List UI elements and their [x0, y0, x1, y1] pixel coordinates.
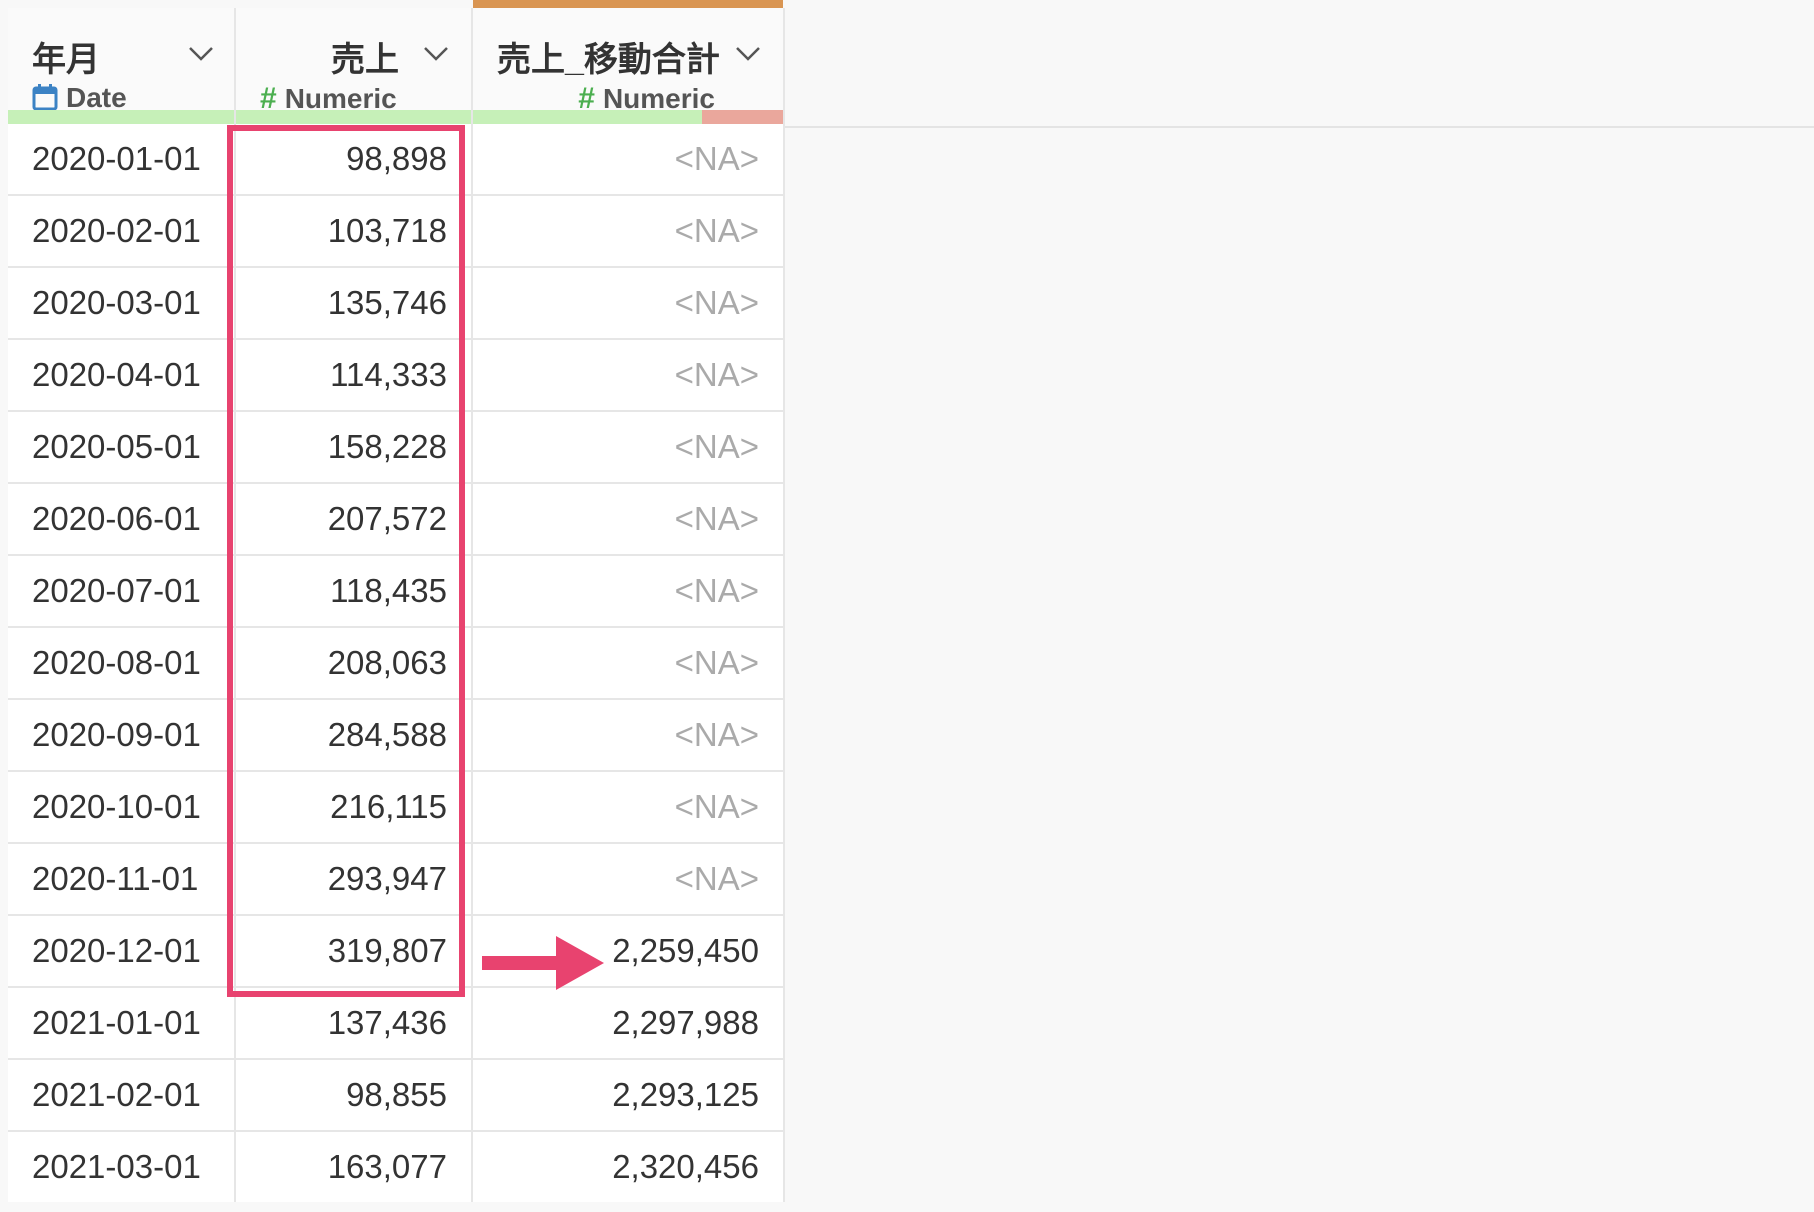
- cell-moving-total[interactable]: <NA>: [472, 482, 785, 555]
- table-row: 2020-10-01 216,115 <NA>: [8, 770, 785, 843]
- column-accent: [236, 0, 471, 8]
- column-accent: [8, 0, 234, 8]
- cell-date[interactable]: 2020-09-01: [8, 698, 236, 771]
- header-divider: [784, 126, 1814, 128]
- quality-bar: [236, 110, 471, 124]
- cell-sales[interactable]: 207,572: [235, 482, 473, 555]
- cell-date[interactable]: 2020-05-01: [8, 410, 236, 483]
- table-row: 2020-05-01 158,228 <NA>: [8, 410, 785, 483]
- cell-moving-total[interactable]: <NA>: [472, 410, 785, 483]
- table-row: 2021-01-01 137,436 2,297,988: [8, 986, 785, 1059]
- cell-date[interactable]: 2021-03-01: [8, 1130, 236, 1202]
- table-row: 2021-02-01 98,855 2,293,125: [8, 1058, 785, 1131]
- cell-date[interactable]: 2021-02-01: [8, 1058, 236, 1131]
- data-grid: 年月 Date 売上 # Numeric 売上_移動合計 # Numeric 2…: [0, 0, 1814, 1212]
- quality-bar: [8, 110, 234, 124]
- table-row: 2020-11-01 293,947 <NA>: [8, 842, 785, 915]
- cell-moving-total[interactable]: <NA>: [472, 842, 785, 915]
- chevron-down-icon[interactable]: [421, 38, 451, 68]
- column-type-label: Date: [66, 82, 127, 113]
- column-name: 年月: [32, 41, 100, 79]
- column-header-sales[interactable]: 売上 # Numeric: [235, 8, 473, 124]
- cell-moving-total[interactable]: 2,320,456: [472, 1130, 785, 1202]
- cell-date[interactable]: 2020-08-01: [8, 626, 236, 699]
- calendar-icon: [32, 84, 58, 111]
- cell-moving-total[interactable]: <NA>: [472, 698, 785, 771]
- column-header-date[interactable]: 年月 Date: [8, 8, 236, 124]
- table-row: 2021-03-01 163,077 2,320,456: [8, 1130, 785, 1202]
- cell-sales[interactable]: 114,333: [235, 338, 473, 411]
- cell-sales[interactable]: 163,077: [235, 1130, 473, 1202]
- quality-bar: [473, 110, 783, 124]
- column-header-sales-moving-total[interactable]: 売上_移動合計 # Numeric: [472, 0, 785, 124]
- cell-sales[interactable]: 208,063: [235, 626, 473, 699]
- table-row: 2020-12-01 319,807 2,259,450: [8, 914, 785, 987]
- right-arrow-icon: [482, 936, 604, 990]
- cell-moving-total[interactable]: 2,293,125: [472, 1058, 785, 1131]
- chevron-down-icon[interactable]: [733, 38, 763, 68]
- cell-date[interactable]: 2020-02-01: [8, 194, 236, 267]
- cell-moving-total[interactable]: <NA>: [472, 770, 785, 843]
- cell-date[interactable]: 2020-03-01: [8, 266, 236, 339]
- cell-moving-total[interactable]: <NA>: [472, 626, 785, 699]
- column-accent: [473, 0, 783, 8]
- table-row: 2020-02-01 103,718 <NA>: [8, 194, 785, 267]
- cell-moving-total[interactable]: <NA>: [472, 266, 785, 339]
- table-row: 2020-07-01 118,435 <NA>: [8, 554, 785, 627]
- cell-date[interactable]: 2020-10-01: [8, 770, 236, 843]
- header-row: 年月 Date 売上 # Numeric 売上_移動合計 # Numeric: [8, 0, 785, 124]
- cell-moving-total[interactable]: <NA>: [472, 194, 785, 267]
- cell-sales[interactable]: 118,435: [235, 554, 473, 627]
- chevron-down-icon[interactable]: [186, 38, 216, 68]
- cell-sales[interactable]: 103,718: [235, 194, 473, 267]
- cell-date[interactable]: 2020-07-01: [8, 554, 236, 627]
- table-row: 2020-09-01 284,588 <NA>: [8, 698, 785, 771]
- cell-moving-total[interactable]: 2,297,988: [472, 986, 785, 1059]
- cell-sales[interactable]: 137,436: [235, 986, 473, 1059]
- cell-sales[interactable]: 216,115: [235, 770, 473, 843]
- cell-date[interactable]: 2020-11-01: [8, 842, 236, 915]
- cell-sales[interactable]: 284,588: [235, 698, 473, 771]
- quality-segment: [8, 110, 234, 124]
- column-name: 売上_移動合計: [497, 41, 720, 79]
- cell-moving-total[interactable]: <NA>: [472, 554, 785, 627]
- cell-sales[interactable]: 319,807: [235, 914, 473, 987]
- table-row: 2020-08-01 208,063 <NA>: [8, 626, 785, 699]
- cell-date[interactable]: 2020-06-01: [8, 482, 236, 555]
- column-name: 売上: [331, 41, 399, 79]
- quality-segment: [702, 110, 783, 124]
- table-row: 2020-04-01 114,333 <NA>: [8, 338, 785, 411]
- cell-moving-total[interactable]: <NA>: [472, 338, 785, 411]
- quality-segment: [473, 110, 703, 124]
- cell-date[interactable]: 2021-01-01: [8, 986, 236, 1059]
- cell-sales[interactable]: 135,746: [235, 266, 473, 339]
- cell-date[interactable]: 2020-04-01: [8, 338, 236, 411]
- quality-segment: [236, 110, 471, 124]
- table-row: 2020-03-01 135,746 <NA>: [8, 266, 785, 339]
- table-row: 2020-06-01 207,572 <NA>: [8, 482, 785, 555]
- cell-sales[interactable]: 98,855: [235, 1058, 473, 1131]
- cell-date[interactable]: 2020-12-01: [8, 914, 236, 987]
- cell-sales[interactable]: 293,947: [235, 842, 473, 915]
- cell-sales[interactable]: 158,228: [235, 410, 473, 483]
- data-table: 年月 Date 売上 # Numeric 売上_移動合計 # Numeric 2…: [8, 0, 785, 1202]
